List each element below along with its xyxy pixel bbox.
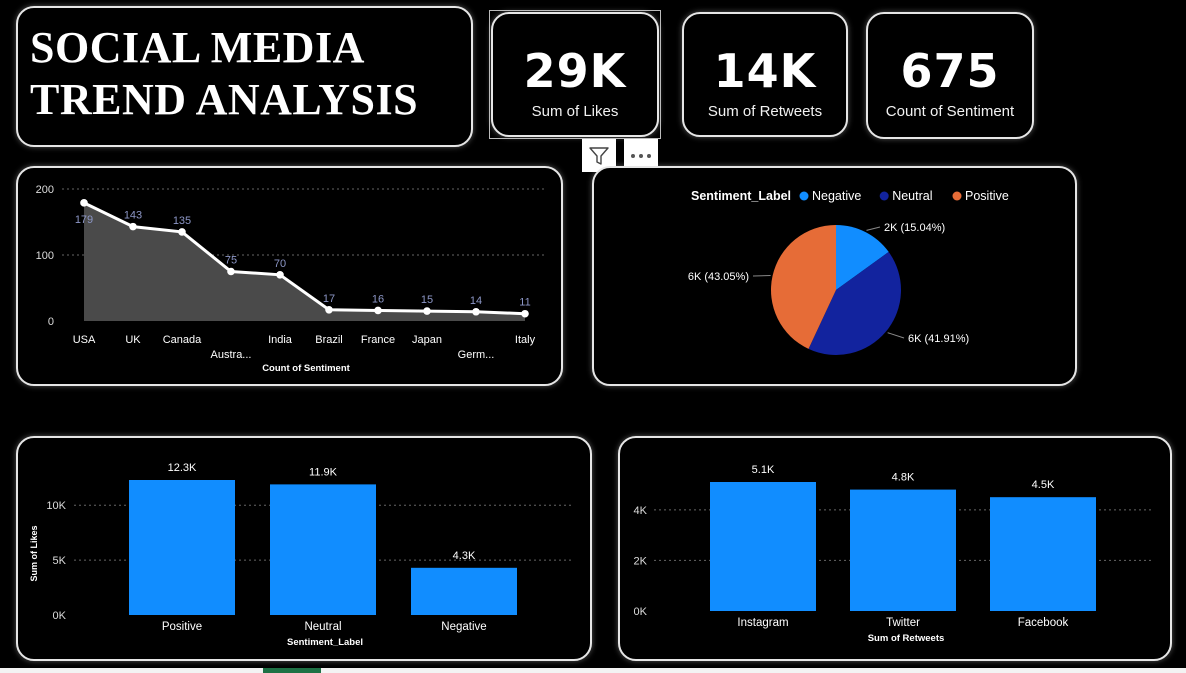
x-tick-label: USA <box>73 334 96 346</box>
data-label: 11.9K <box>309 466 338 478</box>
legend-marker <box>952 191 962 201</box>
active-tab-indicator[interactable] <box>263 668 321 673</box>
slice-label: 6K (41.91%) <box>908 333 969 345</box>
y-tick-label: 0 <box>48 316 54 328</box>
data-point <box>423 307 431 315</box>
y-tick-label: 5K <box>53 555 67 567</box>
kpi-likes-value: 29K <box>523 44 627 98</box>
x-tick-label: Japan <box>412 334 442 346</box>
data-label: 135 <box>173 215 191 227</box>
leader-line <box>887 332 905 339</box>
data-point <box>276 271 284 279</box>
kpi-card-sentiment[interactable]: 675 Count of Sentiment <box>866 12 1034 139</box>
y-tick-label: 100 <box>36 250 54 262</box>
x-tick-label: Italy <box>515 334 536 346</box>
bar <box>129 480 235 615</box>
y-tick-label: 0K <box>634 606 648 618</box>
leader-line <box>752 274 771 277</box>
kpi-likes-label: Sum of Likes <box>531 103 619 120</box>
data-label: 16 <box>372 293 384 305</box>
x-tick-label: Facebook <box>1018 617 1069 629</box>
y-tick-label: 10K <box>46 500 66 512</box>
data-label: 4.8K <box>892 472 915 484</box>
x-tick-label: Canada <box>163 334 202 346</box>
y-tick-label: 2K <box>634 555 648 567</box>
data-label: 15 <box>421 294 433 306</box>
kpi-card-retweets[interactable]: 14K Sum of Retweets <box>682 12 848 137</box>
x-tick-label: Twitter <box>886 617 920 629</box>
data-label: 75 <box>225 255 237 267</box>
bar <box>990 497 1096 611</box>
x-tick-label: France <box>361 334 395 346</box>
y-tick-label: 200 <box>36 184 54 196</box>
data-point <box>521 309 529 318</box>
kpi-retweets-value: 14K <box>713 44 817 98</box>
filter-icon <box>589 146 609 165</box>
likes-by-sentiment-card[interactable]: 0K 5K 10K 12.3K Positive 11.9K Neutral 4.3K Nega… <box>16 436 592 661</box>
x-axis-title: Sentiment_Label <box>287 637 363 648</box>
legend-marker <box>879 191 889 201</box>
data-label: 143 <box>124 210 142 222</box>
data-point <box>472 307 480 316</box>
data-label: 12.3K <box>168 462 197 474</box>
x-tick-label: Austra... <box>211 349 252 361</box>
x-tick-label: Negative <box>441 621 486 633</box>
kpi-card-likes[interactable]: 29K Sum of Likes <box>491 12 659 137</box>
likes-bar-chart: 0K 5K 10K 12.3K Positive 11.9K Neutral 4.3K Nega… <box>29 462 574 648</box>
dashboard-title: SOCIAL MEDIA TREND ANALYSIS <box>30 23 419 124</box>
data-point <box>80 199 88 207</box>
legend-label: Positive <box>965 189 1009 203</box>
x-tick-label: UK <box>125 334 141 346</box>
legend-label: Negative <box>812 189 861 203</box>
bar <box>270 484 376 615</box>
title-card: SOCIAL MEDIA TREND ANALYSIS <box>16 6 473 147</box>
legend-marker <box>799 191 809 201</box>
x-tick-label: Germ... <box>458 349 495 361</box>
kpi-retweets-label: Sum of Retweets <box>707 103 823 120</box>
x-tick-label: India <box>268 334 293 346</box>
area-fill <box>84 202 525 321</box>
data-label: 4.5K <box>1032 479 1055 491</box>
line-chart: 0 100 200 179 USA 143 UK 135 Canada 75 Austra... 70… <box>36 184 546 374</box>
y-tick-label: 0K <box>53 610 67 622</box>
data-label: 11 <box>519 297 530 309</box>
bar <box>710 482 816 611</box>
x-axis-title: Sum of Retweets <box>868 633 945 644</box>
kpi-sentiment-value: 675 <box>900 44 1000 98</box>
data-point <box>129 222 137 231</box>
slice-label: 2K (15.04%) <box>884 222 945 234</box>
slice-label: 6K (43.05%) <box>688 271 749 283</box>
leader-line <box>866 226 881 231</box>
bottom-strip <box>0 668 1186 673</box>
retweets-bar-chart: 0K 2K 4K 5.1K Instagram 4.8K Twitter 4.5K Facebo… <box>634 464 1154 644</box>
legend-title: Sentiment_Label <box>691 189 791 203</box>
more-options-icon <box>631 153 651 158</box>
data-label: 179 <box>75 214 93 226</box>
line-chart-card[interactable]: 0 100 200 179 USA 143 UK 135 Canada 75 Austra... 70… <box>16 166 563 386</box>
retweets-by-platform-card[interactable]: 0K 2K 4K 5.1K Instagram 4.8K Twitter 4.5K Facebo… <box>618 436 1172 661</box>
data-label: 4.3K <box>453 550 476 562</box>
x-tick-label: Instagram <box>737 617 788 629</box>
x-tick-label: Brazil <box>315 334 343 346</box>
data-point <box>227 267 235 276</box>
pie-chart: Sentiment_Label Negative Neutral Positive 2K… <box>688 189 1009 355</box>
y-tick-label: 4K <box>634 505 648 517</box>
kpi-sentiment-label: Count of Sentiment <box>885 103 1015 120</box>
bar <box>850 489 956 611</box>
bar <box>411 567 517 615</box>
x-axis-title: Count of Sentiment <box>262 363 350 374</box>
x-tick-label: Positive <box>162 621 202 633</box>
legend-label: Neutral <box>892 189 932 203</box>
y-axis-title: Sum of Likes <box>29 525 39 581</box>
data-label: 70 <box>274 258 286 270</box>
data-label: 5.1K <box>752 464 775 476</box>
pie-chart-card[interactable]: Sentiment_Label Negative Neutral Positive 2K… <box>592 166 1077 386</box>
data-point <box>374 306 382 315</box>
data-label: 17 <box>323 293 335 305</box>
data-label: 14 <box>470 295 482 307</box>
data-point <box>178 228 186 236</box>
data-point <box>325 305 333 314</box>
x-tick-label: Neutral <box>304 621 341 633</box>
